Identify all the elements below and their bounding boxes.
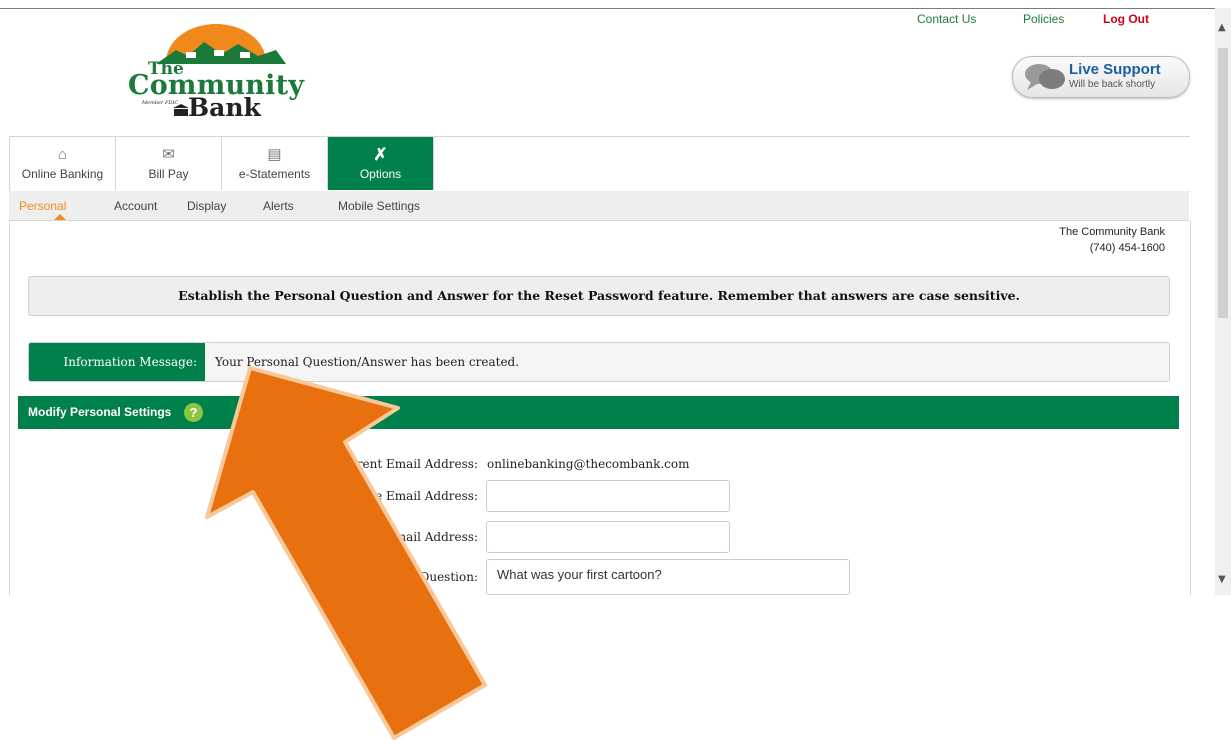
logo-fdic: Member FDIC [141, 100, 178, 106]
pointer-arrow-annotation [205, 366, 487, 740]
personal-question-select[interactable]: What was your first cartoon? [486, 559, 850, 595]
bank-contact-info: The Community Bank (740) 454-1600 [1059, 224, 1165, 256]
instruction-notice: Establish the Personal Question and Answ… [28, 276, 1170, 316]
window-divider [0, 8, 1215, 9]
live-support-status: Will be back shortly [1069, 79, 1156, 90]
bill-pay-icon: ✉ [162, 146, 175, 163]
info-message-label: Information Message: [29, 343, 205, 381]
vertical-scrollbar[interactable]: ▲ ▼ [1215, 8, 1231, 595]
subnav-account[interactable]: Account [114, 199, 157, 213]
subnav-personal[interactable]: Personal [19, 199, 66, 213]
tab-options[interactable]: ✗ Options [328, 137, 434, 190]
change-email-input[interactable] [486, 480, 730, 512]
sub-navigation: Personal Account Display Alerts Mobile S… [9, 191, 1189, 221]
home-icon: ⌂ [57, 146, 68, 163]
live-support-title: Live Support [1069, 61, 1161, 78]
contact-us-link[interactable]: Contact Us [917, 12, 976, 26]
logo-text-bank: Bank [188, 93, 262, 120]
tools-icon: ✗ [373, 145, 388, 164]
scroll-down-icon[interactable]: ▼ [1218, 574, 1226, 585]
scroll-thumb[interactable] [1218, 48, 1228, 318]
tab-label: e-Statements [238, 167, 311, 181]
live-support-button[interactable]: Live Support Will be back shortly [1012, 56, 1190, 98]
confirm-email-input[interactable] [486, 521, 730, 553]
section-title: Modify Personal Settings [28, 405, 172, 419]
main-tabs: ⌂ Online Banking ✉ Bill Pay ▤ e-Statemen… [9, 136, 1190, 192]
tab-e-statements[interactable]: ▤ e-Statements [222, 137, 328, 190]
subnav-alerts[interactable]: Alerts [263, 199, 294, 213]
log-out-link[interactable]: Log Out [1103, 12, 1149, 26]
tab-online-banking[interactable]: ⌂ Online Banking [10, 137, 116, 190]
tab-label: Options [359, 167, 402, 181]
current-email-value: onlinebanking@thecombank.com [487, 457, 690, 471]
subnav-mobile-settings[interactable]: Mobile Settings [338, 199, 420, 213]
tab-label: Online Banking [21, 167, 104, 181]
bank-name: The Community Bank [1059, 226, 1165, 238]
bank-phone: (740) 454-1600 [1089, 242, 1165, 254]
community-bank-logo[interactable]: The Community Bank Member FDIC [126, 20, 306, 120]
scroll-up-icon[interactable]: ▲ [1218, 22, 1226, 33]
subnav-display[interactable]: Display [187, 199, 226, 213]
chat-bubbles-icon [1025, 64, 1065, 90]
tab-bill-pay[interactable]: ✉ Bill Pay [116, 137, 222, 190]
statement-icon: ▤ [267, 146, 282, 163]
tab-label: Bill Pay [148, 167, 189, 181]
policies-link[interactable]: Policies [1023, 12, 1064, 26]
